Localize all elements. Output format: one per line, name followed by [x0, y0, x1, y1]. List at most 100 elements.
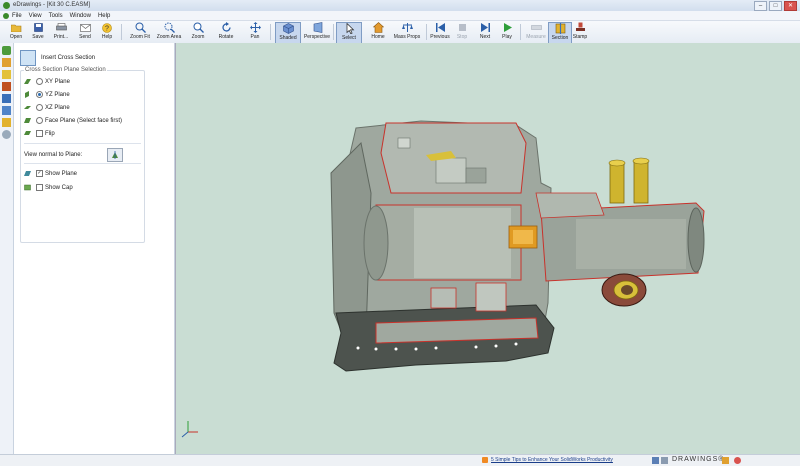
view-normal-button[interactable] — [107, 148, 123, 162]
menu-view[interactable]: View — [29, 13, 42, 19]
toolbar-separator — [426, 24, 427, 40]
show-plane-icon — [24, 170, 31, 177]
cross-section-model[interactable] — [176, 43, 800, 454]
next-label: Next — [479, 34, 491, 40]
record-icon[interactable] — [734, 457, 741, 464]
pan-icon — [249, 22, 261, 33]
xy-plane-option[interactable]: XY Plane — [24, 78, 70, 85]
bearing-ring — [601, 273, 647, 307]
help-button[interactable]: ? Help — [100, 22, 114, 42]
markup-tab-icon[interactable] — [2, 58, 11, 67]
stop-icon — [456, 22, 468, 33]
play-button[interactable]: Play — [500, 22, 514, 42]
open-button[interactable]: Open — [8, 22, 24, 42]
stop-button[interactable]: Stop — [455, 22, 469, 42]
pan-button[interactable]: Pan — [247, 22, 263, 42]
print-icon — [55, 22, 67, 33]
mass-props-button[interactable]: Mass Props — [393, 22, 421, 42]
send-button[interactable]: Send — [78, 22, 92, 42]
zoom-icon — [192, 22, 204, 33]
perspective-label: Perspective — [303, 34, 331, 40]
stamp-button[interactable]: Stamp — [572, 22, 588, 42]
xz-plane-radio[interactable] — [36, 104, 43, 111]
section-tab-icon[interactable] — [2, 118, 11, 127]
send-icon — [79, 22, 91, 33]
menu-tools[interactable]: Tools — [49, 13, 63, 19]
graphics-viewport[interactable] — [175, 43, 800, 454]
open-label: Open — [9, 34, 23, 40]
face-plane-radio[interactable] — [36, 117, 43, 124]
zoom-area-button[interactable]: Zoom Area — [156, 22, 182, 42]
panel-header: Insert Cross Section — [20, 50, 95, 66]
save-label: Save — [32, 34, 44, 40]
play-label: Play — [502, 34, 512, 40]
print-label: Print... — [53, 34, 69, 40]
zoom-fit-button[interactable]: Zoom Fit — [129, 22, 151, 42]
xz-plane-label: XZ Plane — [45, 104, 70, 111]
next-icon — [479, 22, 491, 33]
flip-option[interactable]: Flip — [24, 130, 55, 137]
toolbar-separator — [270, 24, 271, 40]
plane-icon — [24, 104, 31, 111]
play-icon — [501, 22, 513, 33]
insert-cross-section-icon[interactable] — [20, 50, 36, 66]
yz-plane-radio[interactable] — [36, 91, 43, 98]
show-cap-option[interactable]: Show Cap — [24, 184, 73, 191]
xy-plane-radio[interactable] — [36, 78, 43, 85]
explode-tab-icon[interactable] — [2, 106, 11, 115]
configurations-tab-icon[interactable] — [2, 70, 11, 79]
menu-window[interactable]: Window — [70, 13, 91, 19]
previous-icon — [434, 22, 446, 33]
rotate-button[interactable]: Rotate — [217, 22, 235, 42]
xz-plane-option[interactable]: XZ Plane — [24, 104, 70, 111]
flip-checkbox[interactable] — [36, 130, 43, 137]
view-normal-label: View normal to Plane: — [24, 152, 83, 158]
cross-section-panel: Insert Cross Section Cross Section Plane… — [14, 43, 175, 454]
yz-plane-label: YZ Plane — [45, 91, 70, 98]
save-icon — [32, 22, 44, 33]
select-button[interactable]: Select — [336, 22, 362, 44]
flip-label: Flip — [45, 130, 55, 137]
shaded-cube-icon — [282, 23, 294, 34]
yz-plane-option[interactable]: YZ Plane — [24, 91, 70, 98]
plane-selection-group: Cross Section Plane Selection XY Plane Y… — [20, 67, 145, 243]
pencil-icon[interactable] — [722, 457, 729, 464]
menu-help[interactable]: Help — [98, 13, 110, 19]
menu-file[interactable]: File — [12, 13, 22, 19]
measure-tab-icon[interactable] — [2, 82, 11, 91]
previous-button[interactable]: Previous — [428, 22, 452, 42]
collapse-panel-icon[interactable] — [2, 130, 11, 139]
stop-label: Stop — [456, 34, 468, 40]
xy-plane-label: XY Plane — [45, 78, 70, 85]
minimize-button[interactable]: – — [754, 1, 767, 11]
next-button[interactable]: Next — [477, 22, 493, 42]
shaded-button[interactable]: Shaded — [275, 22, 301, 44]
maximize-button[interactable]: □ — [769, 1, 782, 11]
face-plane-option[interactable]: Face Plane (Select face first) — [24, 117, 122, 124]
perspective-button[interactable]: Perspective — [303, 22, 331, 42]
flip-icon — [24, 130, 31, 137]
face-plane-label: Face Plane (Select face first) — [45, 117, 123, 124]
zoom-label: Zoom — [191, 34, 205, 40]
help-icon: ? — [101, 22, 113, 33]
zoom-button[interactable]: Zoom — [189, 22, 207, 42]
show-plane-checkbox[interactable]: ✓ — [36, 170, 43, 177]
tips-link[interactable]: 5 Simple Tips to Enhance Your SolidWorks… — [491, 457, 613, 463]
app-menu-icon[interactable] — [3, 12, 9, 19]
show-plane-option[interactable]: ✓ Show Plane — [24, 170, 77, 177]
plane-icon — [24, 91, 31, 98]
save-button[interactable]: Save — [31, 22, 45, 42]
zoom-area-icon — [163, 22, 175, 33]
sheets-tab-icon[interactable] — [2, 94, 11, 103]
select-label: Select — [342, 35, 356, 41]
close-button[interactable]: ✕ — [784, 1, 797, 11]
measure-button[interactable]: Measure — [524, 22, 548, 42]
show-cap-checkbox[interactable] — [36, 184, 43, 191]
home-button[interactable]: Home — [369, 22, 387, 42]
mass-props-label: Mass Props — [393, 34, 421, 40]
components-tab-icon[interactable] — [2, 46, 11, 55]
print-button[interactable]: Print... — [53, 22, 69, 42]
toolbar-separator — [520, 24, 521, 40]
section-button[interactable]: Section — [548, 22, 572, 44]
left-tab-strip — [0, 43, 14, 454]
